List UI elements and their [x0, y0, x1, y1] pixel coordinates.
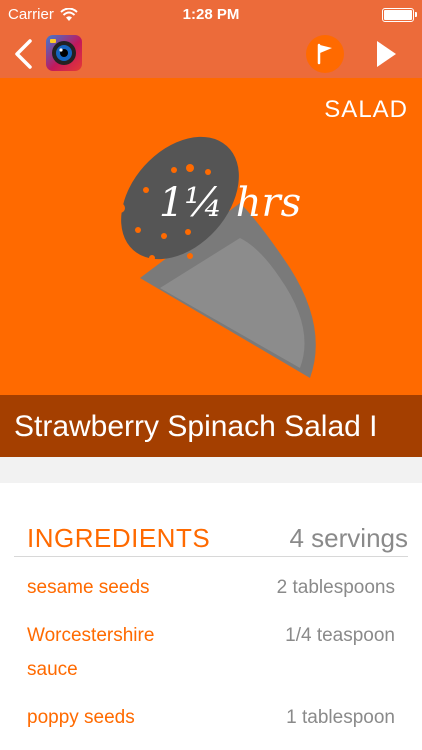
ingredients-header: INGREDIENTS 4 servings — [14, 521, 408, 557]
category-label: SALAD — [324, 96, 408, 123]
ingredient-row: Worcestershire sauce 1/4 teaspoon — [27, 619, 395, 687]
status-bar: Carrier 1:28 PM — [0, 0, 422, 30]
hero-banner: SALAD 1¼ hrs — [0, 78, 422, 395]
ingredient-row: sesame seeds 2 tablespoons — [27, 571, 395, 605]
title-band: Strawberry Spinach Salad I — [0, 395, 422, 457]
ingredient-quantity: 2 tablespoons — [276, 577, 395, 598]
ingredient-name: Worcestershire sauce — [27, 625, 155, 680]
play-icon[interactable] — [372, 38, 400, 70]
servings-label[interactable]: 4 servings — [290, 523, 409, 554]
ingredient-quantity: 1 tablespoon — [286, 707, 395, 728]
chevron-left-icon[interactable] — [10, 38, 38, 70]
ingredient-name: sesame seeds — [27, 577, 150, 598]
recipe-screen: Carrier 1:28 PM SALAD 1¼ hrs Strawberry … — [0, 0, 422, 750]
recipe-title: Strawberry Spinach Salad I — [14, 410, 378, 443]
ingredients-heading: INGREDIENTS — [27, 523, 211, 553]
ingredient-row: poppy seeds 1 tablespoon — [27, 701, 395, 735]
content-area: INGREDIENTS 4 servings sesame seeds 2 ta… — [0, 457, 422, 750]
ingredient-name: poppy seeds — [27, 707, 135, 728]
nav-bar — [0, 30, 422, 78]
flag-button[interactable] — [306, 35, 344, 73]
flag-icon — [317, 43, 332, 65]
timer-egg-icon — [115, 131, 316, 378]
duration-label: 1¼ hrs — [158, 180, 302, 226]
battery-icon — [382, 8, 417, 22]
camera-lens-app-icon[interactable] — [46, 35, 82, 71]
status-time: 1:28 PM — [182, 6, 240, 23]
ingredients-card: INGREDIENTS 4 servings sesame seeds 2 ta… — [0, 483, 422, 750]
ingredient-quantity: 1/4 teaspoon — [285, 625, 395, 646]
